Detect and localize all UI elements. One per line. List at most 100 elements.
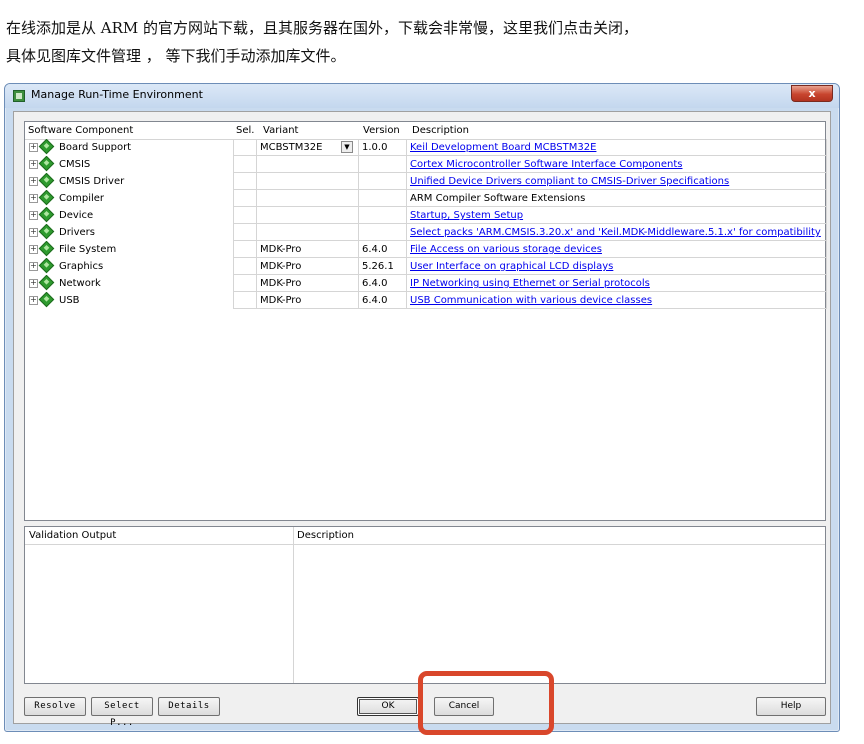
version-cell (359, 173, 407, 190)
expand-icon[interactable]: + (29, 245, 38, 254)
table-row[interactable]: + Board Support MCBSTM32E ▼ 1.0.0 Keil Develo… (25, 139, 827, 156)
variant-cell[interactable]: MDK-Pro (257, 275, 359, 292)
chevron-down-icon[interactable]: ▼ (341, 141, 353, 153)
expand-icon[interactable]: + (29, 143, 38, 152)
table-row[interactable]: + USB MDK-Pro 6.4.0 USB Communication with v… (25, 292, 827, 309)
version-cell (359, 207, 407, 224)
component-diamond-icon (38, 173, 55, 189)
component-cell: + Network (25, 275, 233, 292)
description-link[interactable]: Unified Device Drivers compliant to CMSI… (410, 176, 729, 187)
variant-cell[interactable]: MDK-Pro (257, 292, 359, 309)
sel-cell[interactable] (233, 190, 257, 207)
table-row[interactable]: + Network MDK-Pro 6.4.0 IP Networking using … (25, 275, 827, 292)
version-cell: 6.4.0 (359, 241, 407, 258)
variant-value: MDK-Pro (260, 278, 302, 289)
expand-icon[interactable]: + (29, 262, 38, 271)
intro-line-2: 具体见图库文件管理 ， 等下我们手动添加库文件。 (6, 47, 346, 65)
description-link[interactable]: User Interface on graphical LCD displays (410, 261, 613, 272)
description-text: ARM Compiler Software Extensions (410, 193, 586, 204)
dialog-client: Software Component Sel. Variant Version … (13, 111, 831, 728)
variant-value: MCBSTM32E (260, 142, 323, 153)
variant-value: MDK-Pro (260, 295, 302, 306)
table-row[interactable]: + CMSIS Driver Unified Device Drivers comp… (25, 173, 827, 190)
component-name: CMSIS Driver (59, 176, 125, 187)
header-validation-output[interactable]: Validation Output (29, 530, 116, 541)
component-name: USB (59, 295, 80, 306)
sel-cell[interactable] (233, 292, 257, 309)
component-name: Device (59, 210, 94, 221)
details-button[interactable]: Details (158, 697, 220, 716)
table-row[interactable]: + Graphics MDK-Pro 5.26.1 User Interface on … (25, 258, 827, 275)
variant-cell[interactable]: MDK-Pro (257, 241, 359, 258)
description-cell: File Access on various storage devices (407, 241, 827, 258)
app-icon (13, 90, 25, 102)
variant-cell[interactable]: MCBSTM32E ▼ (257, 139, 359, 156)
sel-cell[interactable] (233, 156, 257, 173)
description-link[interactable]: IP Networking using Ethernet or Serial p… (410, 278, 650, 289)
table-row[interactable]: + Drivers Select packs 'ARM.CMSIS.3.20.x' … (25, 224, 827, 241)
description-link[interactable]: Cortex Microcontroller Software Interfac… (410, 159, 682, 170)
version-value: 6.4.0 (362, 295, 388, 306)
expand-icon[interactable]: + (29, 194, 38, 203)
header-variant[interactable]: Variant (263, 125, 298, 136)
header-sel[interactable]: Sel. (236, 125, 254, 136)
close-button[interactable]: x (791, 85, 833, 102)
header-validation-description[interactable]: Description (297, 530, 354, 541)
description-link[interactable]: Keil Development Board MCBSTM32E (410, 142, 596, 153)
expand-icon[interactable]: + (29, 228, 38, 237)
table-row[interactable]: + Compiler ARM Compiler Software Extension… (25, 190, 827, 207)
description-link[interactable]: Startup, System Setup (410, 210, 523, 221)
table-row[interactable]: + CMSIS Cortex Microcontroller Software In… (25, 156, 827, 173)
header-version[interactable]: Version (363, 125, 400, 136)
description-link[interactable]: USB Communication with various device cl… (410, 295, 652, 306)
expand-icon[interactable]: + (29, 279, 38, 288)
description-link[interactable]: Select packs 'ARM.CMSIS.3.20.x' and 'Kei… (410, 227, 821, 238)
sel-cell[interactable] (233, 173, 257, 190)
component-diamond-icon (38, 275, 55, 291)
variant-cell (257, 190, 359, 207)
component-diamond-icon (38, 292, 55, 308)
description-cell: Cortex Microcontroller Software Interfac… (407, 156, 827, 173)
component-cell: + CMSIS Driver (25, 173, 233, 190)
variant-cell[interactable]: MDK-Pro (257, 258, 359, 275)
sel-cell[interactable] (233, 207, 257, 224)
version-cell: 1.0.0 (359, 139, 407, 156)
description-link[interactable]: File Access on various storage devices (410, 244, 602, 255)
version-value: 5.26.1 (362, 261, 394, 272)
component-name: Board Support (59, 142, 132, 153)
sel-cell[interactable] (233, 139, 257, 156)
title-bar[interactable]: Manage Run-Time Environment x (5, 84, 839, 108)
expand-icon[interactable]: + (29, 177, 38, 186)
select-packs-button[interactable]: Select P... (91, 697, 153, 728)
description-cell: User Interface on graphical LCD displays (407, 258, 827, 275)
expand-icon[interactable]: + (29, 211, 38, 220)
component-name: Network (59, 278, 101, 289)
version-value: 6.4.0 (362, 244, 388, 255)
component-name: Drivers (59, 227, 95, 238)
sel-cell[interactable] (233, 241, 257, 258)
expand-icon[interactable]: + (29, 296, 38, 305)
resolve-button[interactable]: Resolve (24, 697, 86, 716)
description-cell: Startup, System Setup (407, 207, 827, 224)
window-title: Manage Run-Time Environment (31, 88, 203, 101)
header-software-component[interactable]: Software Component (28, 125, 133, 136)
component-cell: + File System (25, 241, 233, 258)
table-row[interactable]: + File System MDK-Pro 6.4.0 File Access on v… (25, 241, 827, 258)
description-cell: ARM Compiler Software Extensions (407, 190, 827, 207)
sel-cell[interactable] (233, 258, 257, 275)
variant-value: MDK-Pro (260, 261, 302, 272)
description-cell: Keil Development Board MCBSTM32E (407, 139, 827, 156)
component-diamond-icon (38, 241, 55, 257)
description-cell: USB Communication with various device cl… (407, 292, 827, 309)
sel-cell[interactable] (233, 224, 257, 241)
variant-cell (257, 173, 359, 190)
table-row[interactable]: + Device Startup, System Setup (25, 207, 827, 224)
grid-header: Software Component Sel. Variant Version … (25, 122, 825, 140)
sel-cell[interactable] (233, 275, 257, 292)
ok-button[interactable]: OK (357, 697, 419, 716)
description-cell: Unified Device Drivers compliant to CMSI… (407, 173, 827, 190)
help-button[interactable]: Help (756, 697, 826, 716)
expand-icon[interactable]: + (29, 160, 38, 169)
header-description[interactable]: Description (412, 125, 469, 136)
description-cell: IP Networking using Ethernet or Serial p… (407, 275, 827, 292)
